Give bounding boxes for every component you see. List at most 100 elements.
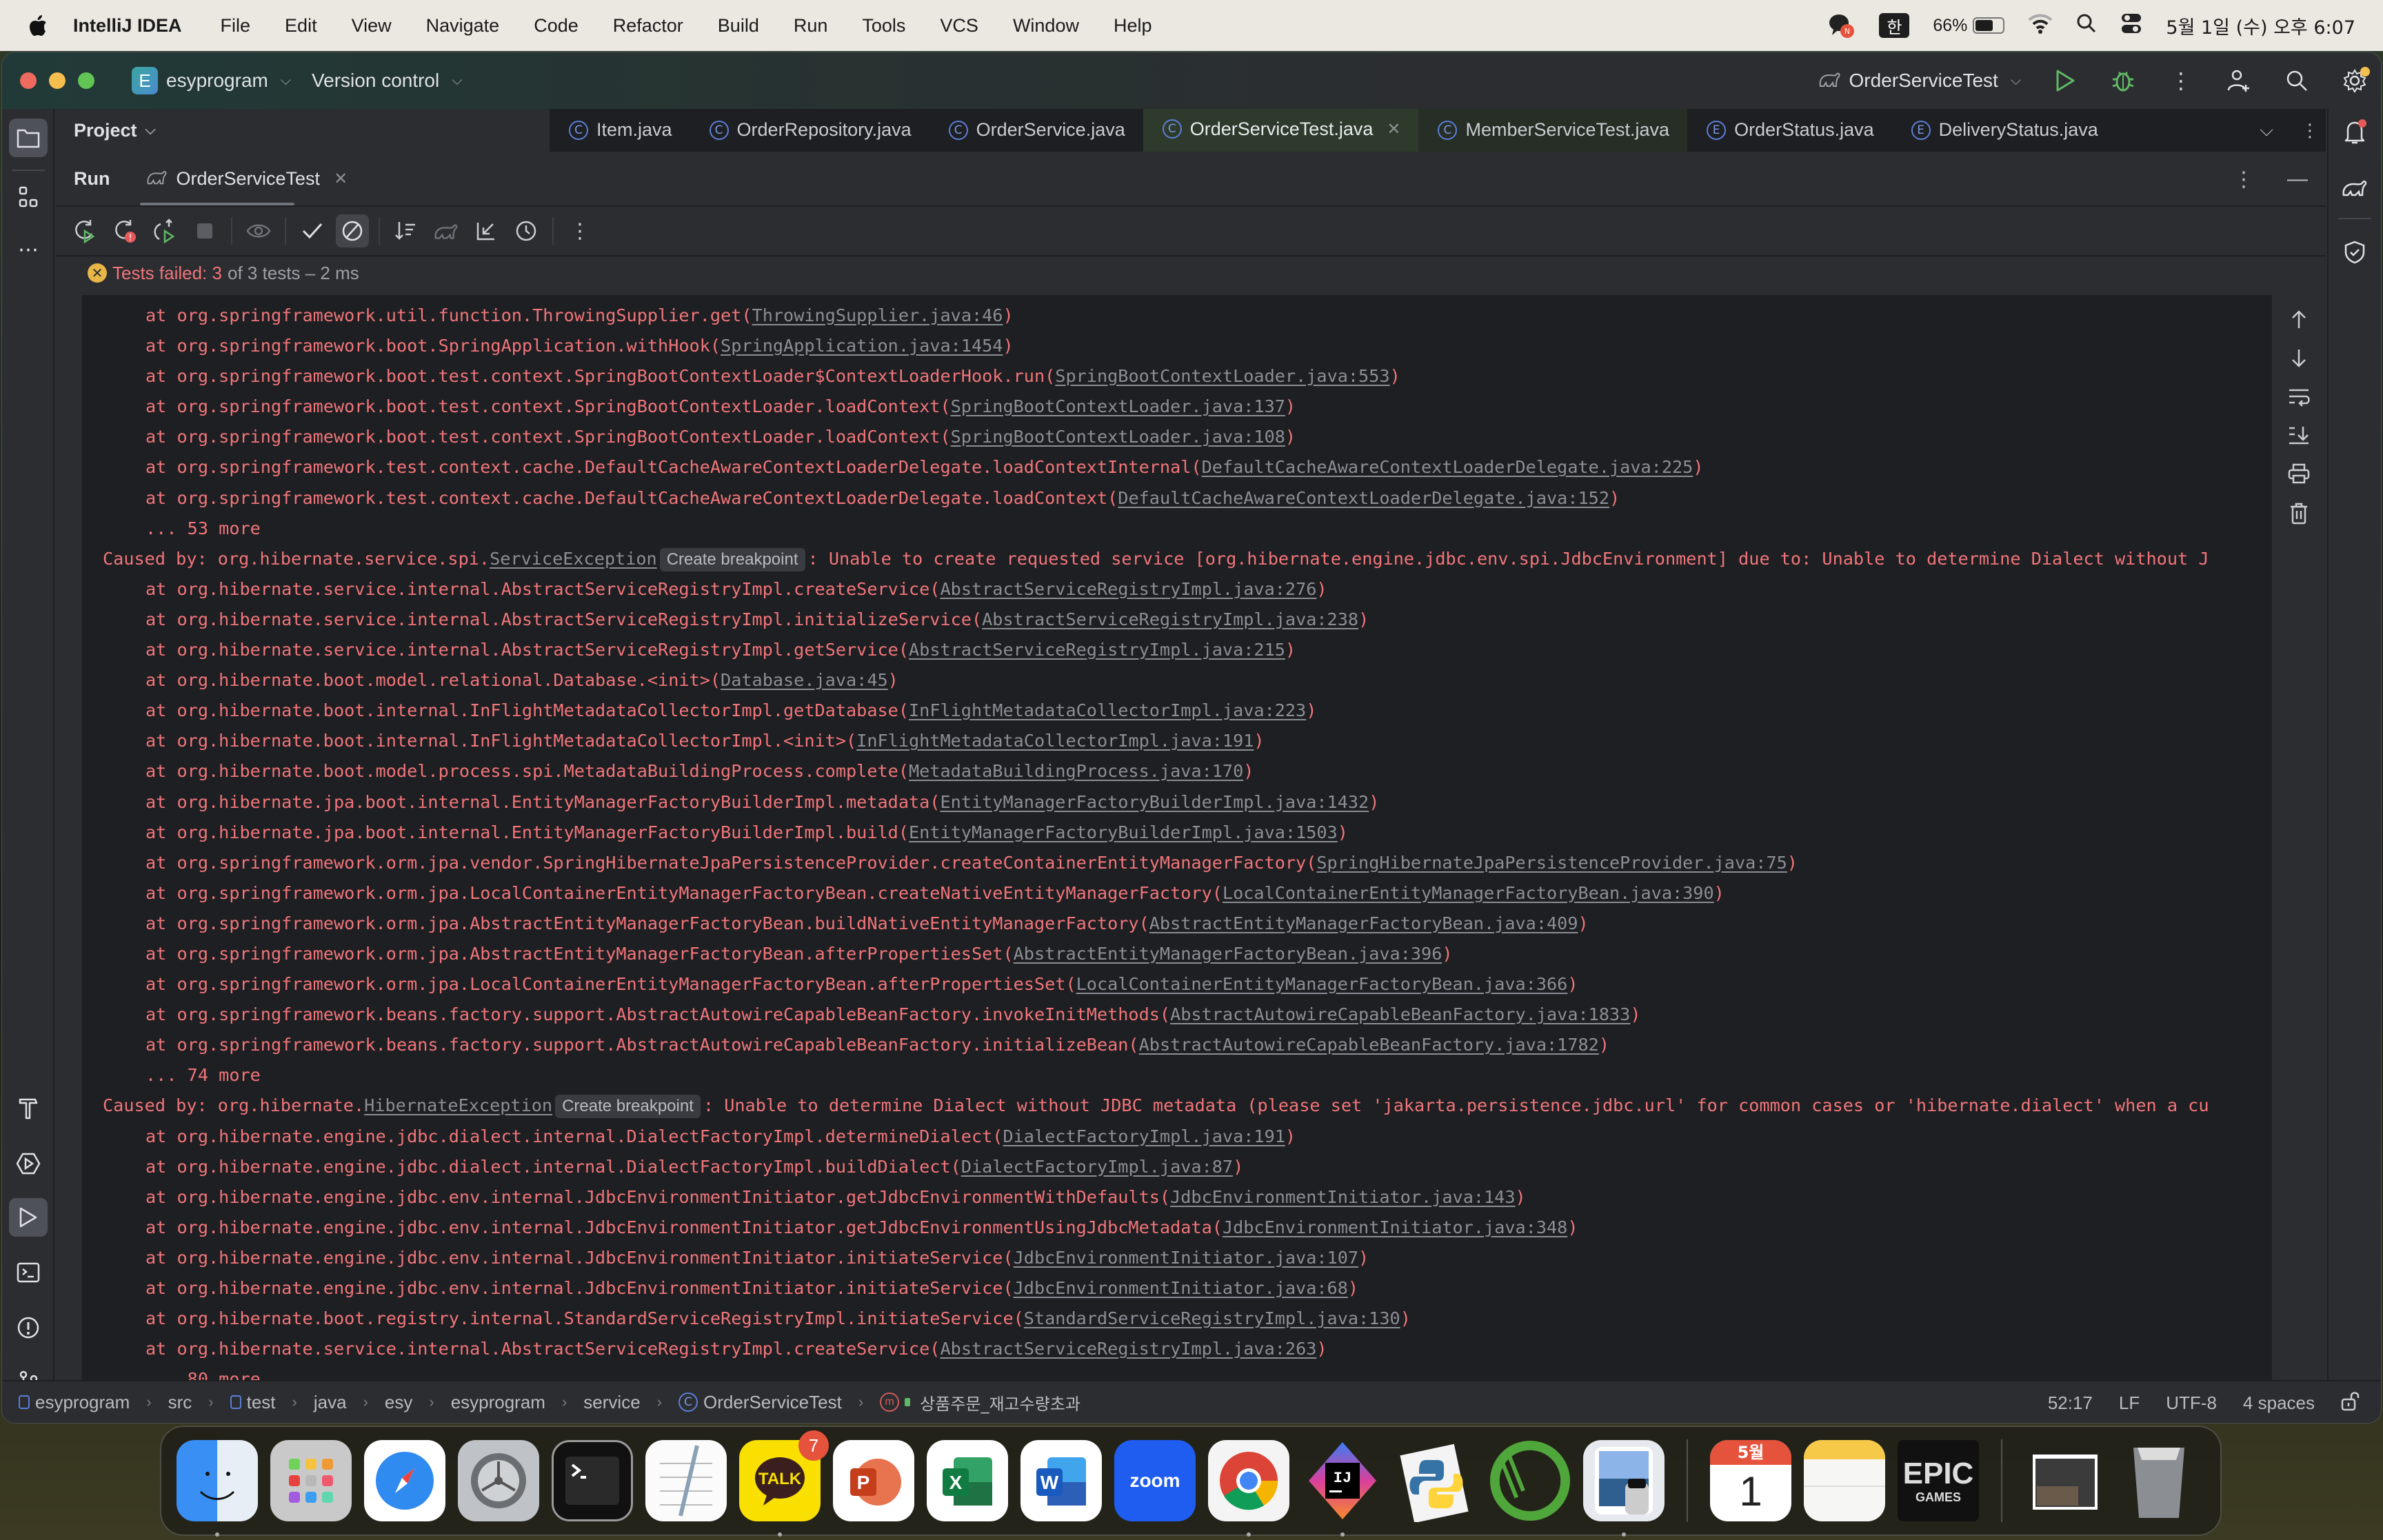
source-file-link[interactable]: DefaultCacheAwareContextLoaderDelegate.j… [1202,457,1693,477]
source-file-link[interactable]: InFlightMetadataCollectorImpl.java:223 [909,700,1306,720]
editor-tab-delivery-status[interactable]: E DeliveryStatus.java [1892,109,2116,152]
dock-epic-games[interactable]: EPIC GAMES [1898,1440,1979,1521]
source-file-link[interactable]: AbstractAutowireCapableBeanFactory.java:… [1170,1004,1630,1024]
build-hammer-icon[interactable] [9,1089,48,1128]
rerun-icon[interactable] [68,214,101,247]
menu-edit[interactable]: Edit [285,15,317,37]
file-encoding[interactable]: UTF-8 [2166,1392,2217,1414]
indent-setting[interactable]: 4 spaces [2243,1392,2315,1414]
source-file-link[interactable]: StandardServiceRegistryImpl.java:130 [1024,1308,1400,1328]
source-file-link[interactable]: JdbcEnvironmentInitiator.java:107 [1014,1248,1358,1268]
create-breakpoint-button[interactable]: Create breakpoint [555,1095,701,1119]
source-file-link[interactable]: JdbcEnvironmentInitiator.java:348 [1223,1217,1567,1237]
source-file-link[interactable]: EntityManagerFactoryBuilderImpl.java:150… [909,822,1338,842]
run-button[interactable] [2051,67,2079,94]
source-file-link[interactable]: SpringBootContextLoader.java:137 [951,396,1285,416]
source-file-link[interactable]: EntityManagerFactoryBuilderImpl.java:143… [940,792,1369,812]
source-file-link[interactable]: SpringHibernateJpaPersistenceProvider.ja… [1316,853,1787,873]
source-file-link[interactable]: AbstractEntityManagerFactoryBean.java:40… [1149,913,1578,933]
collapse-all-icon[interactable] [470,214,503,247]
gradle-tool-icon[interactable] [2335,168,2374,207]
editor-tab-order-repository[interactable]: C OrderRepository.java [690,109,929,152]
source-file-link[interactable]: SpringBootContextLoader.java:108 [951,427,1285,447]
battery-status[interactable]: 66% [1933,16,2005,36]
source-file-link[interactable]: AbstractServiceRegistryImpl.java:215 [909,640,1285,660]
menu-window[interactable]: Window [1013,15,1079,37]
wifi-icon[interactable] [2028,13,2053,39]
clear-all-trash-icon[interactable] [2289,503,2309,528]
dock-safari[interactable] [364,1440,445,1521]
dock-terminal[interactable] [552,1440,633,1521]
dock-preview[interactable] [1583,1440,1665,1537]
breadcrumb-item[interactable]: src [168,1392,192,1413]
menu-tools[interactable]: Tools [862,15,905,37]
breadcrumb-item[interactable]: OrderServiceTest [703,1392,842,1413]
source-file-link[interactable]: DialectFactoryImpl.java:191 [1003,1126,1285,1146]
tab-actions-more-icon[interactable]: ⋮ [2301,120,2319,141]
import-tests-elephant-icon[interactable] [430,214,463,247]
dock-green-ring-app[interactable] [1489,1440,1571,1521]
source-file-link[interactable]: LocalContainerEntityManagerFactoryBean.j… [1076,974,1568,994]
dock-intellij-idea[interactable]: IJ [1302,1440,1383,1537]
more-actions-icon[interactable]: ⋮ [2167,67,2195,94]
exception-class-link[interactable]: ServiceException [490,549,657,569]
menu-vcs[interactable]: VCS [940,15,978,37]
project-selector[interactable]: E esyprogram ⌵ [132,67,291,94]
add-collaborator-icon[interactable] [2225,67,2253,94]
source-file-link[interactable]: JdbcEnvironmentInitiator.java:68 [1014,1278,1348,1298]
menu-help[interactable]: Help [1114,15,1152,37]
source-file-link[interactable]: AbstractServiceRegistryImpl.java:276 [940,579,1316,599]
dock-python-idle[interactable] [1396,1440,1477,1522]
close-tab-icon[interactable]: ✕ [1387,119,1400,139]
spotlight-search-icon[interactable] [2076,13,2097,39]
caret-position[interactable]: 52:17 [2048,1392,2093,1414]
project-panel-header[interactable]: Project ⌵ [56,109,550,152]
chat-notification-icon[interactable]: N [1828,12,1856,39]
dock-powerpoint[interactable]: P [833,1440,914,1521]
input-method-indicator[interactable]: 한 [1879,13,1910,38]
console-output[interactable]: at org.springframework.util.function.Thr… [82,295,2272,1380]
security-shield-icon[interactable] [2335,233,2374,272]
source-file-link[interactable]: SpringBootContextLoader.java:553 [1055,366,1389,386]
sort-icon[interactable] [390,214,423,247]
more-tool-windows-icon[interactable]: ⋯ [9,230,48,269]
menu-code[interactable]: Code [534,15,579,37]
breadcrumb-item[interactable]: test [247,1392,276,1413]
exception-class-link[interactable]: HibernateException [364,1095,552,1115]
source-file-link[interactable]: JdbcEnvironmentInitiator.java:143 [1170,1187,1515,1207]
breadcrumb-item[interactable]: esyprogram [451,1392,545,1413]
dock-trash[interactable] [2118,1440,2200,1521]
menu-refactor[interactable]: Refactor [613,15,683,37]
control-center-icon[interactable] [2120,12,2142,39]
menu-run[interactable]: Run [794,15,828,37]
hide-panel-icon[interactable]: — [2287,168,2308,191]
terminal-tool-icon[interactable] [9,1253,48,1292]
dock-excel[interactable]: X [927,1440,1008,1521]
source-file-link[interactable]: DialectFactoryImpl.java:87 [961,1157,1233,1177]
toggle-auto-test-icon[interactable] [148,214,181,247]
dock-textedit[interactable] [645,1440,727,1521]
rerun-failed-tests-icon[interactable]: ! [108,214,141,247]
project-tool-button[interactable] [9,119,48,157]
minimize-window-button[interactable] [49,72,66,89]
next-occurrence-down-arrow-icon[interactable] [2289,348,2309,372]
line-separator[interactable]: LF [2119,1392,2140,1414]
dock-calendar[interactable]: 5월 1 [1710,1440,1791,1521]
problems-tool-icon[interactable] [9,1308,48,1347]
breadcrumb-item[interactable]: esyprogram [35,1392,130,1413]
dock-chrome[interactable] [1208,1440,1289,1537]
breadcrumb-item[interactable]: service [583,1392,640,1413]
apple-menu-icon[interactable] [28,14,48,37]
services-tool-icon[interactable] [9,1144,48,1183]
test-history-clock-icon[interactable] [510,214,543,247]
scroll-to-end-icon[interactable] [2288,425,2310,448]
structure-tool-button[interactable] [9,178,48,216]
source-file-link[interactable]: InFlightMetadataCollectorImpl.java:191 [856,731,1254,751]
source-file-link[interactable]: AbstractServiceRegistryImpl.java:263 [940,1339,1316,1359]
search-everywhere-icon[interactable] [2283,67,2311,94]
print-icon[interactable] [2288,463,2310,487]
dock-zoom[interactable]: zoom [1114,1440,1196,1521]
menu-navigate[interactable]: Navigate [426,15,500,37]
soft-wrap-icon[interactable] [2288,387,2310,410]
breadcrumb-item[interactable]: 상품주문_재고수량초과 [920,1390,1080,1415]
